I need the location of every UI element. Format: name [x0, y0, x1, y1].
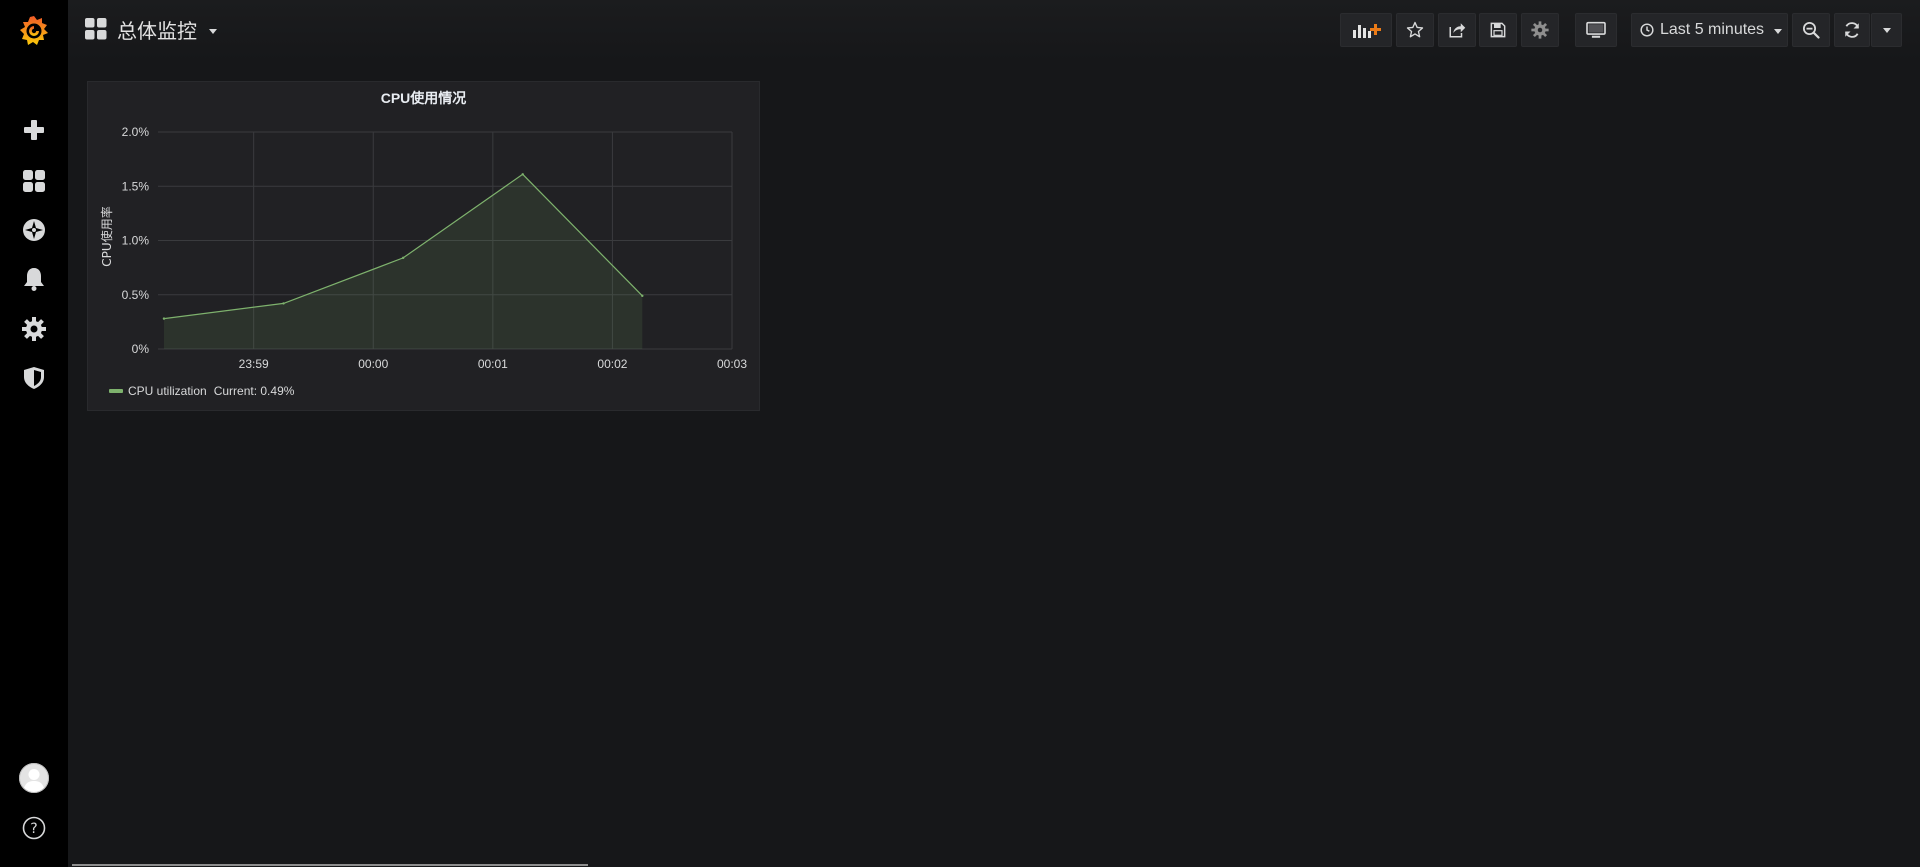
dashboards-grid-icon [85, 18, 107, 40]
x-tick-label: 23:59 [239, 357, 269, 371]
data-point [641, 294, 644, 298]
top-navbar: 总体监控 Last 5 minutes [68, 0, 1920, 62]
clock-icon [1640, 23, 1654, 37]
add-panel-button[interactable] [1340, 13, 1392, 47]
monitor-icon [1586, 21, 1606, 38]
y-tick-label: 1.5% [122, 179, 150, 193]
svg-text:?: ? [30, 821, 37, 837]
refresh-interval-dropdown[interactable] [1871, 13, 1902, 47]
data-point [521, 173, 524, 176]
data-point [401, 256, 405, 260]
chevron-down-icon [209, 28, 217, 34]
legend-current-value: Current: 0.49% [213, 384, 295, 398]
cpu-usage-panel: CPU使用情况 0% 0.5% 1.0% 1.5% 2.0% 23:59 00:00 00:0… [87, 81, 760, 411]
dashboard-title-dropdown[interactable]: 总体监控 [85, 13, 217, 45]
alert-bell-icon[interactable] [0, 256, 68, 302]
time-range-picker[interactable]: Last 5 minutes [1631, 13, 1788, 47]
data-point [282, 302, 285, 305]
data-point [162, 317, 166, 320]
y-tick-label: 0% [132, 342, 150, 356]
cpu-usage-chart: 0% 0.5% 1.0% 1.5% 2.0% 23:59 00:00 00:01 00:02 00… [99, 125, 747, 371]
dashboard-settings-button[interactable] [1521, 13, 1559, 47]
zoom-out-icon [1802, 21, 1820, 39]
shield-icon[interactable] [0, 355, 68, 401]
share-icon [1449, 23, 1466, 38]
y-tick-label: 1.0% [122, 234, 150, 248]
refresh-button[interactable] [1834, 13, 1870, 47]
explore-compass-icon[interactable] [0, 207, 68, 253]
grafana-logo-icon[interactable] [0, 5, 68, 57]
dashboard-title: 总体监控 [117, 18, 197, 43]
user-avatar-icon[interactable] [0, 755, 68, 801]
time-range-label: Last 5 minutes [1660, 21, 1765, 38]
dashboards-icon[interactable] [0, 158, 68, 204]
chevron-down-icon [1882, 27, 1891, 33]
x-tick-label: 00:01 [478, 357, 508, 371]
gear-icon[interactable] [0, 306, 68, 352]
zoom-out-button[interactable] [1792, 13, 1830, 47]
scroll-indicator [72, 864, 588, 866]
x-tick-label: 00:03 [717, 357, 747, 371]
plus-icon[interactable] [0, 107, 68, 153]
legend-swatch[interactable] [109, 389, 123, 393]
legend-series-name[interactable]: CPU utilization [128, 384, 207, 398]
add-panel-icon [1353, 24, 1381, 38]
refresh-icon [1845, 22, 1859, 38]
star-icon [1406, 21, 1424, 38]
y-axis-title: CPU使用率 [99, 206, 114, 266]
chevron-down-icon [1774, 28, 1783, 34]
series-area [164, 174, 643, 349]
save-icon [1490, 22, 1506, 38]
star-button[interactable] [1396, 13, 1434, 47]
y-tick-label: 0.5% [122, 288, 150, 302]
share-button[interactable] [1438, 13, 1476, 47]
gear-icon [1531, 21, 1549, 39]
help-icon[interactable]: ? [0, 805, 68, 851]
chart-legend: CPU utilization Current: 0.49% [109, 384, 294, 398]
x-tick-label: 00:00 [358, 357, 388, 371]
x-tick-label: 00:02 [597, 357, 627, 371]
save-button[interactable] [1479, 13, 1517, 47]
sidebar: ? [0, 0, 68, 867]
tv-mode-button[interactable] [1575, 13, 1617, 47]
y-tick-label: 2.0% [122, 125, 150, 139]
